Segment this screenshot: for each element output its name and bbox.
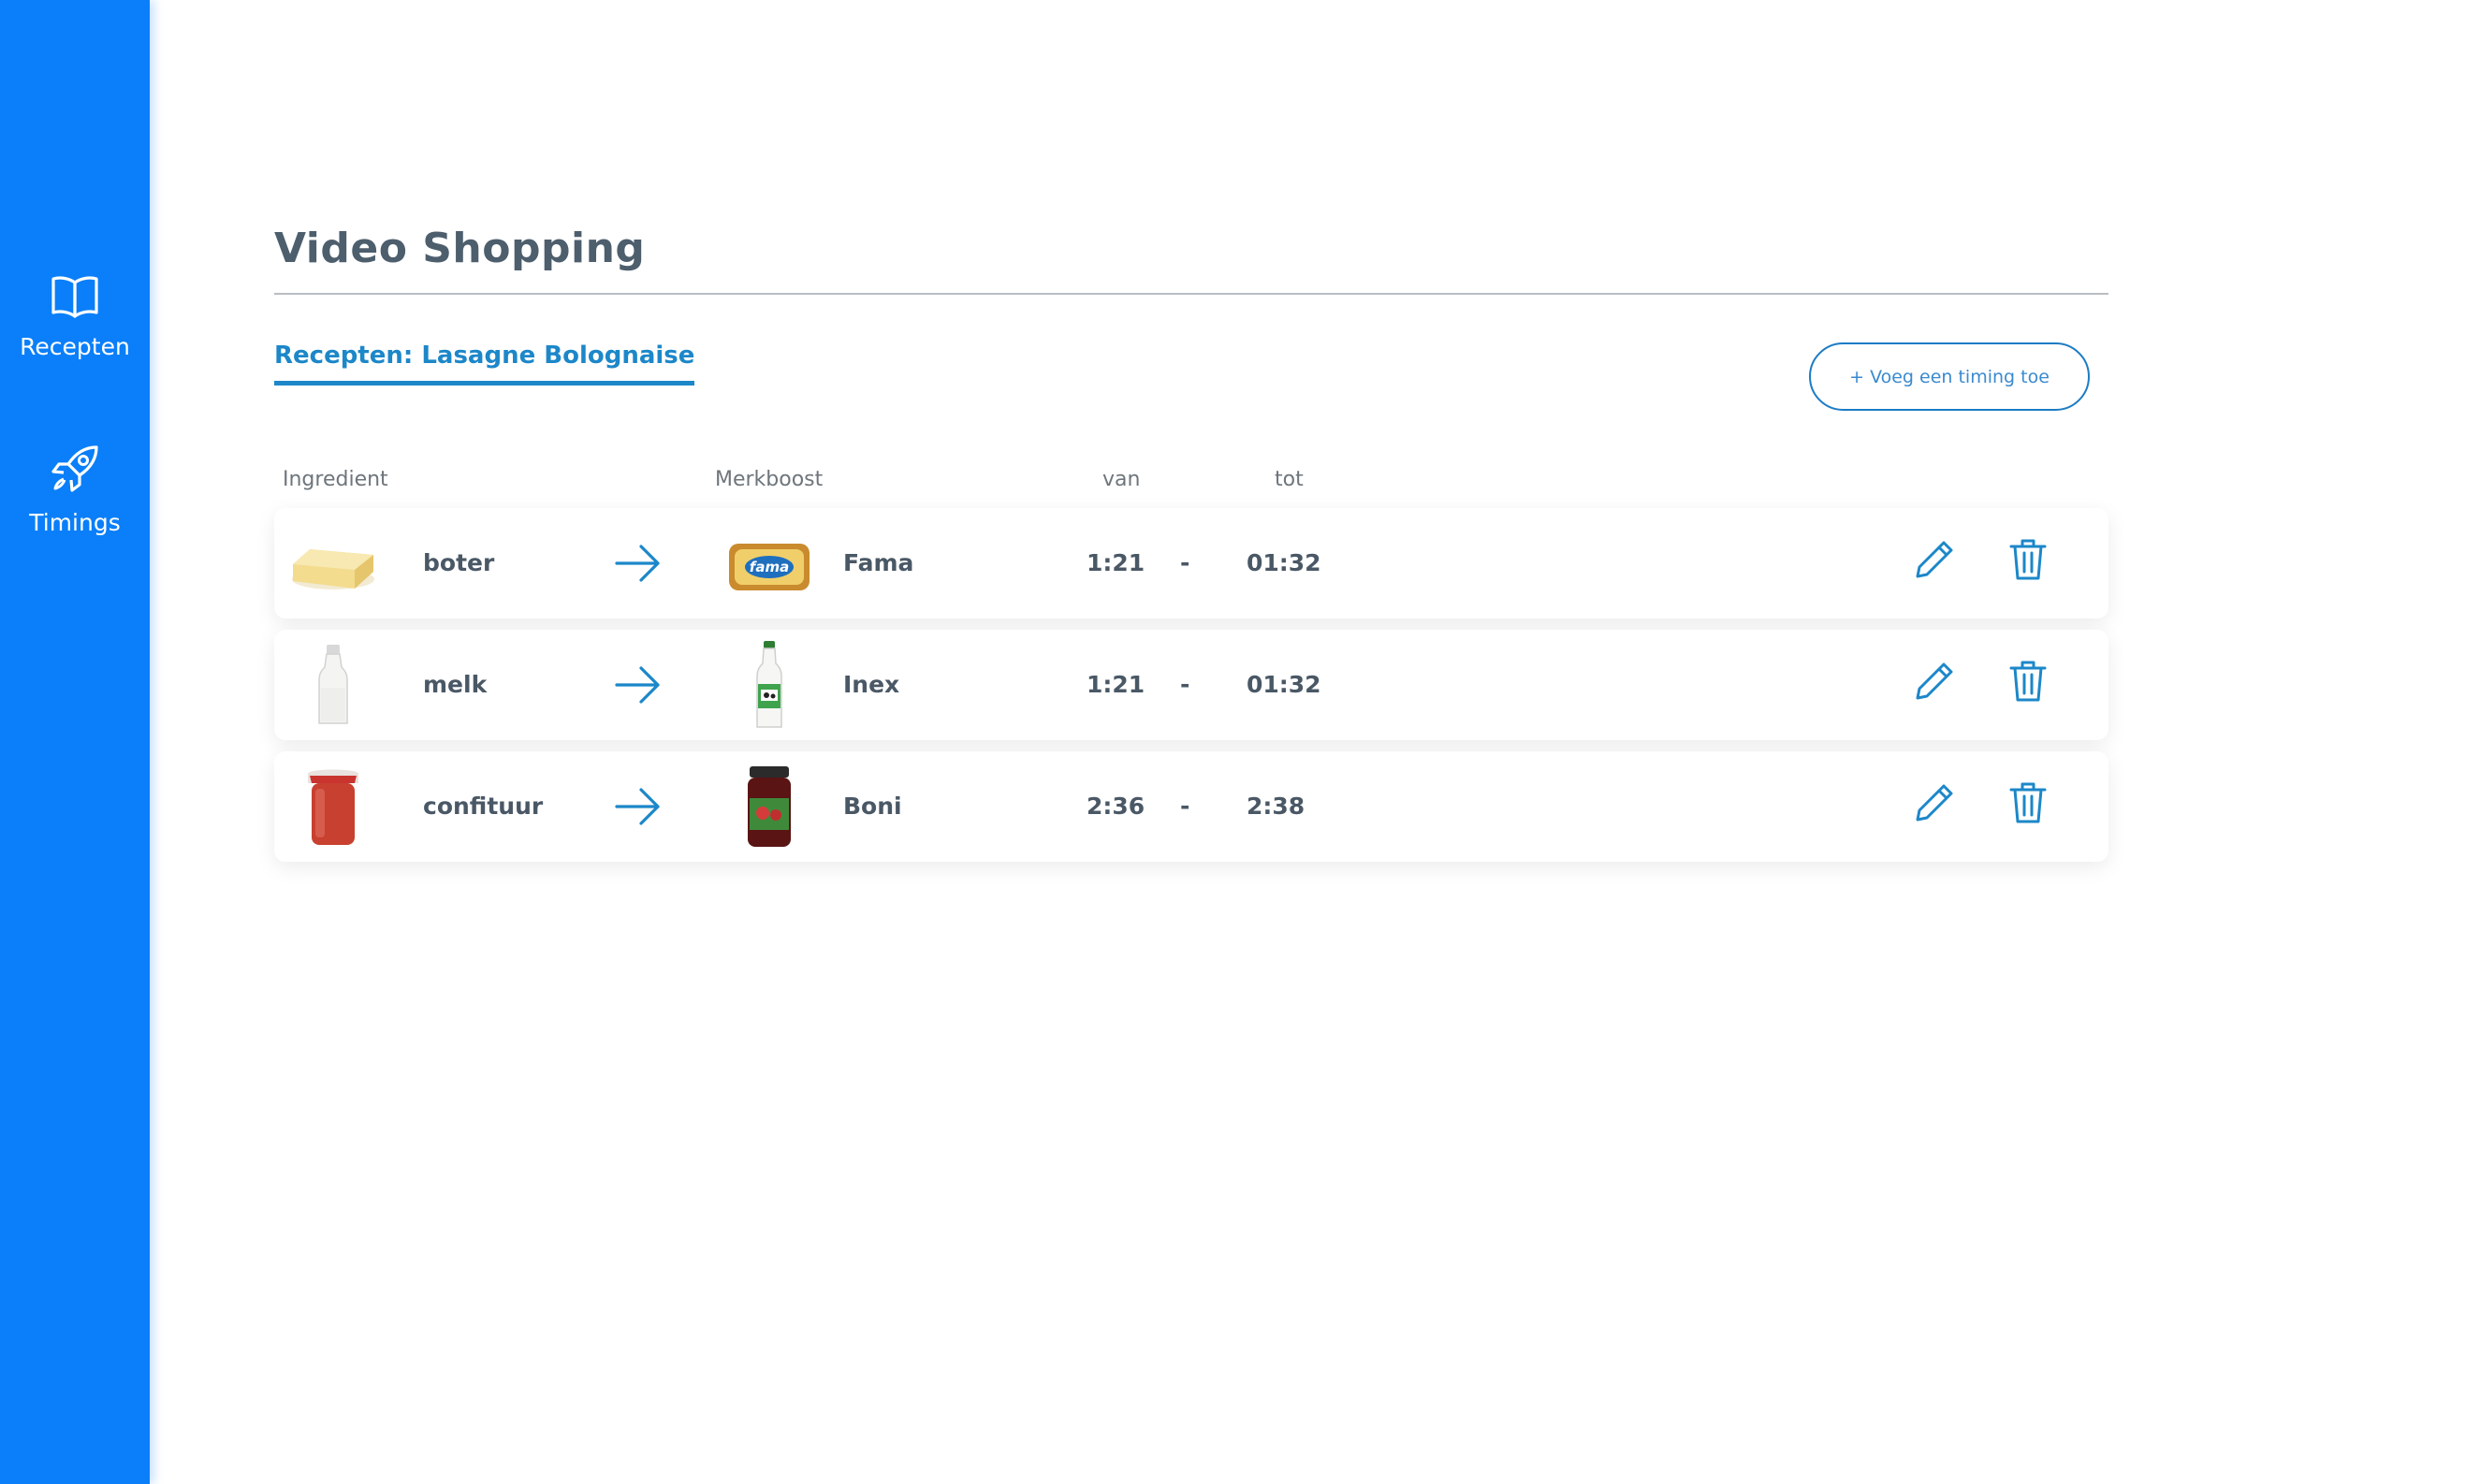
svg-text:fama: fama bbox=[750, 559, 789, 575]
column-header-ingredient: Ingredient bbox=[283, 468, 388, 491]
rocket-icon bbox=[51, 445, 98, 492]
book-icon bbox=[51, 276, 98, 318]
brand-name: Inex bbox=[843, 671, 900, 698]
sidebar-item-timings[interactable]: Timings bbox=[0, 442, 150, 536]
milk-bottle-image bbox=[287, 639, 379, 731]
boni-jam-jar-image bbox=[723, 761, 815, 852]
edit-button[interactable] bbox=[1910, 657, 1959, 706]
jam-jar-image bbox=[287, 761, 379, 852]
delete-button[interactable] bbox=[2004, 657, 2052, 706]
add-timing-button[interactable]: + Voeg een timing toe bbox=[1809, 342, 2090, 411]
time-from: 1:21 bbox=[1087, 549, 1145, 576]
ingredient-name: melk bbox=[423, 671, 488, 698]
ingredient-name: confituur bbox=[423, 793, 544, 820]
inex-milk-bottle-image bbox=[723, 639, 815, 731]
trash-icon bbox=[2009, 782, 2047, 823]
time-separator: - bbox=[1180, 793, 1190, 820]
arrow-right-icon bbox=[615, 666, 660, 704]
title-divider bbox=[274, 293, 2108, 295]
time-to: 01:32 bbox=[1247, 671, 1321, 698]
delete-button[interactable] bbox=[2004, 778, 2052, 827]
arrow-right-icon bbox=[615, 545, 660, 582]
fama-tub-image: fama bbox=[723, 517, 815, 609]
column-header-tot: tot bbox=[1275, 468, 1304, 491]
brand-name: Fama bbox=[843, 549, 914, 576]
pencil-icon bbox=[1916, 784, 1953, 822]
page-title: Video Shopping bbox=[274, 225, 646, 272]
time-separator: - bbox=[1180, 671, 1190, 698]
trash-icon bbox=[2009, 661, 2047, 702]
sidebar-item-label: Timings bbox=[29, 509, 121, 536]
time-from: 2:36 bbox=[1087, 793, 1145, 820]
edit-button[interactable] bbox=[1910, 778, 1959, 827]
table-row: melk Inex 1:21 - 01:32 bbox=[274, 630, 2108, 740]
trash-icon bbox=[2009, 539, 2047, 580]
time-to: 01:32 bbox=[1247, 549, 1321, 576]
butter-image bbox=[287, 517, 379, 609]
sidebar-item-recepten[interactable]: Recepten bbox=[0, 273, 150, 360]
edit-button[interactable] bbox=[1910, 535, 1959, 584]
column-header-van: van bbox=[1102, 468, 1141, 491]
table-row: boter fama Fama 1:21 - 01:32 bbox=[274, 508, 2108, 618]
time-separator: - bbox=[1180, 549, 1190, 576]
delete-button[interactable] bbox=[2004, 535, 2052, 584]
sidebar: Recepten Timings bbox=[0, 0, 150, 1484]
tab-recipe[interactable]: Recepten: Lasagne Bolognaise bbox=[274, 342, 695, 386]
brand-name: Boni bbox=[843, 793, 902, 820]
ingredient-name: boter bbox=[423, 549, 495, 576]
time-from: 1:21 bbox=[1087, 671, 1145, 698]
time-to: 2:38 bbox=[1247, 793, 1306, 820]
column-header-merkboost: Merkboost bbox=[715, 468, 824, 491]
sidebar-item-label: Recepten bbox=[20, 333, 130, 360]
arrow-right-icon bbox=[615, 788, 660, 825]
pencil-icon bbox=[1916, 662, 1953, 700]
pencil-icon bbox=[1916, 541, 1953, 578]
table-row: confituur Boni 2:36 - 2:38 bbox=[274, 751, 2108, 862]
